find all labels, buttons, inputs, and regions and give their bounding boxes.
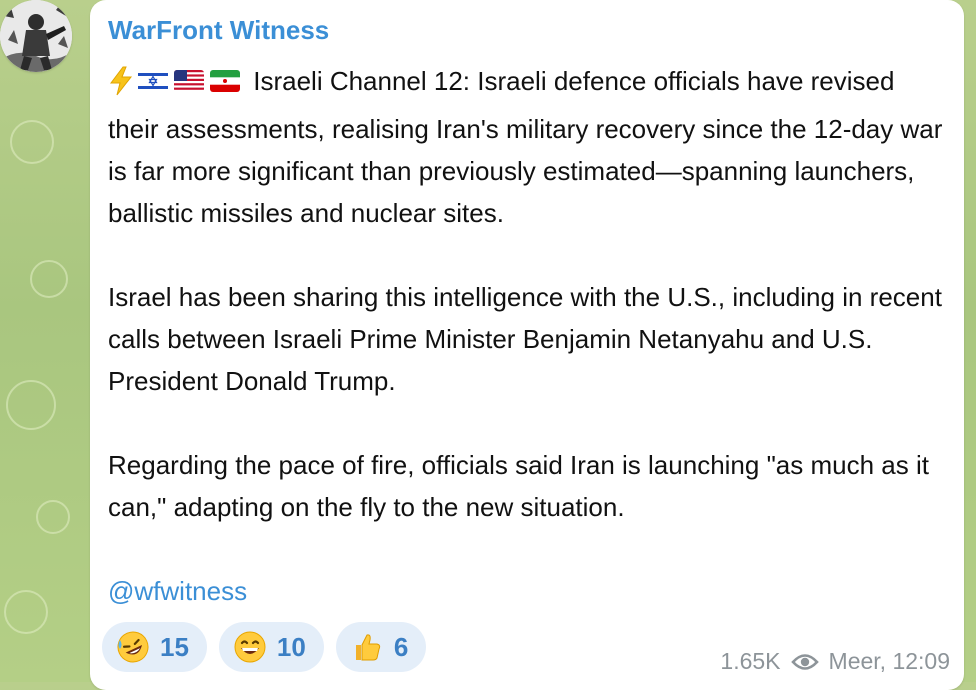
israel-flag-icon xyxy=(138,70,168,92)
message-meta: 1.65K Meer, 12:09 xyxy=(720,648,950,675)
rofl-emoji-icon xyxy=(117,631,149,663)
reactions-bar: 15 10 6 xyxy=(102,622,427,672)
soldier-avatar-icon xyxy=(0,0,72,72)
lead-line-text: Israeli Channel 12: Israeli defence offi… xyxy=(253,66,895,96)
reaction-rofl-count: 15 xyxy=(160,631,189,662)
channel-handle-link[interactable]: @wfwitness xyxy=(108,570,958,612)
reaction-grin[interactable]: 10 xyxy=(218,622,324,672)
message-text: Israeli Channel 12: Israeli defence offi… xyxy=(108,60,958,612)
message-timestamp: Meer, 12:09 xyxy=(828,648,950,674)
eye-icon xyxy=(790,651,819,673)
iran-flag-icon xyxy=(210,70,240,92)
reaction-rofl[interactable]: 15 xyxy=(102,622,207,672)
paragraph-2: Israel has been sharing this intelligenc… xyxy=(108,282,942,396)
usa-flag-icon xyxy=(174,70,204,92)
message-bubble: WarFront Witness Israeli Channel 12: Isr… xyxy=(90,0,964,690)
thumbs-up-emoji-icon xyxy=(355,634,380,661)
channel-avatar[interactable] xyxy=(0,0,72,72)
reaction-thumbs-up-count: 6 xyxy=(393,631,409,662)
reaction-thumbs-up[interactable]: 6 xyxy=(335,622,427,672)
lightning-icon xyxy=(108,66,134,108)
grin-emoji-icon xyxy=(234,631,266,663)
channel-name[interactable]: WarFront Witness xyxy=(108,14,329,46)
lead-line: Israeli Channel 12: Israeli defence offi… xyxy=(108,66,894,96)
view-count: 1.65K xyxy=(720,648,781,674)
reaction-grin-count: 10 xyxy=(276,631,306,662)
paragraph-3: Regarding the pace of fire, officials sa… xyxy=(108,450,929,522)
paragraph-1: Israeli Channel 12: Israeli defence offi… xyxy=(108,60,958,234)
paragraph-1-rest: their assessments, realising Iran's mili… xyxy=(108,114,943,228)
